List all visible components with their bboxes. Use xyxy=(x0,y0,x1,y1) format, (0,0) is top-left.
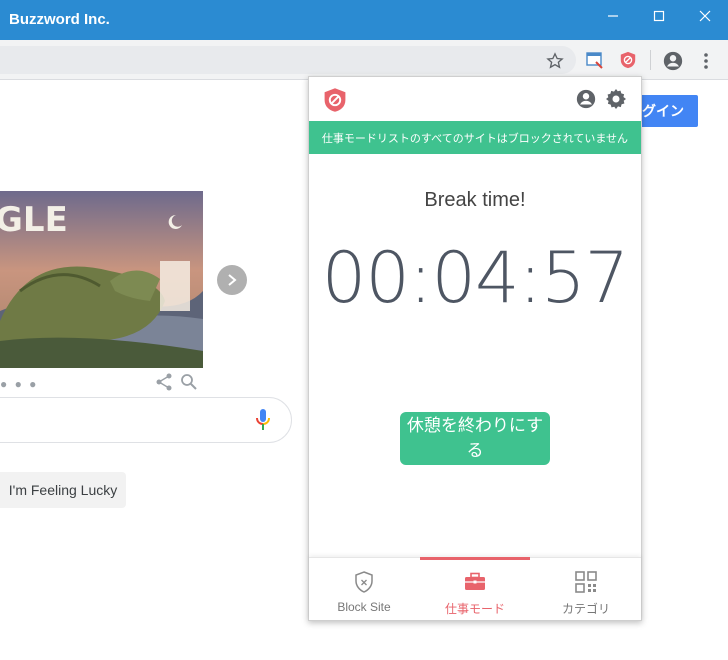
address-bar[interactable] xyxy=(0,46,576,74)
nav-tab-work-mode[interactable]: 仕事モード xyxy=(420,558,530,621)
close-icon xyxy=(699,10,711,22)
break-label: Break time! xyxy=(424,189,526,211)
grid-icon xyxy=(574,570,598,597)
maximize-button[interactable] xyxy=(636,0,682,32)
popup-header xyxy=(309,77,641,121)
blocksite-extension-icon[interactable] xyxy=(619,51,637,69)
end-break-button[interactable]: 休憩を終わりにする xyxy=(400,412,550,465)
close-button[interactable] xyxy=(682,0,728,32)
mic-icon[interactable] xyxy=(254,408,272,437)
bookmark-star-icon[interactable] xyxy=(546,52,564,70)
nav-tab-category[interactable]: カテゴリ xyxy=(531,558,641,621)
toolbar-divider xyxy=(650,50,651,70)
google-search-input[interactable] xyxy=(0,397,292,443)
profile-icon[interactable] xyxy=(662,50,684,72)
countdown-timer: 00:04:57 xyxy=(321,237,629,319)
nav-label-category: カテゴリ xyxy=(561,602,610,616)
share-icon[interactable] xyxy=(155,373,173,396)
briefcase-icon xyxy=(463,570,487,597)
chevron-right-icon xyxy=(228,274,237,286)
minimize-button[interactable] xyxy=(590,0,636,32)
account-icon[interactable] xyxy=(575,88,597,115)
nav-label-work-mode: 仕事モード xyxy=(444,602,505,616)
maximize-icon xyxy=(653,10,665,22)
status-banner: 仕事モードリストのすべてのサイトはブロックされていません xyxy=(309,121,641,154)
doodle-text: GLE xyxy=(0,200,68,240)
extension-screenshot-icon[interactable] xyxy=(586,51,604,69)
window-titlebar: Buzzword Inc. xyxy=(0,0,728,40)
doodle-carousel-dots: ● ● ● xyxy=(0,377,39,391)
doodle-next-button[interactable] xyxy=(217,265,247,295)
feeling-lucky-button[interactable]: I'm Feeling Lucky xyxy=(0,472,126,508)
google-doodle[interactable]: GLE xyxy=(0,191,203,368)
nav-label-block-site: Block Site xyxy=(337,600,391,614)
window-title: Buzzword Inc. xyxy=(9,11,110,28)
settings-gear-icon[interactable] xyxy=(604,87,628,116)
browser-toolbar xyxy=(0,40,728,80)
nav-tab-block-site[interactable]: Block Site xyxy=(309,558,419,621)
blocksite-logo-icon xyxy=(322,87,348,118)
blocksite-popup: 仕事モードリストのすべてのサイトはブロックされていません Break time!… xyxy=(308,76,642,621)
shield-icon xyxy=(352,570,376,597)
doodle-search-icon[interactable] xyxy=(180,373,198,396)
minimize-icon xyxy=(608,15,618,17)
popup-bottom-nav: Block Site 仕事モード カテゴリ xyxy=(309,557,641,620)
menu-kebab-icon[interactable] xyxy=(698,52,714,70)
